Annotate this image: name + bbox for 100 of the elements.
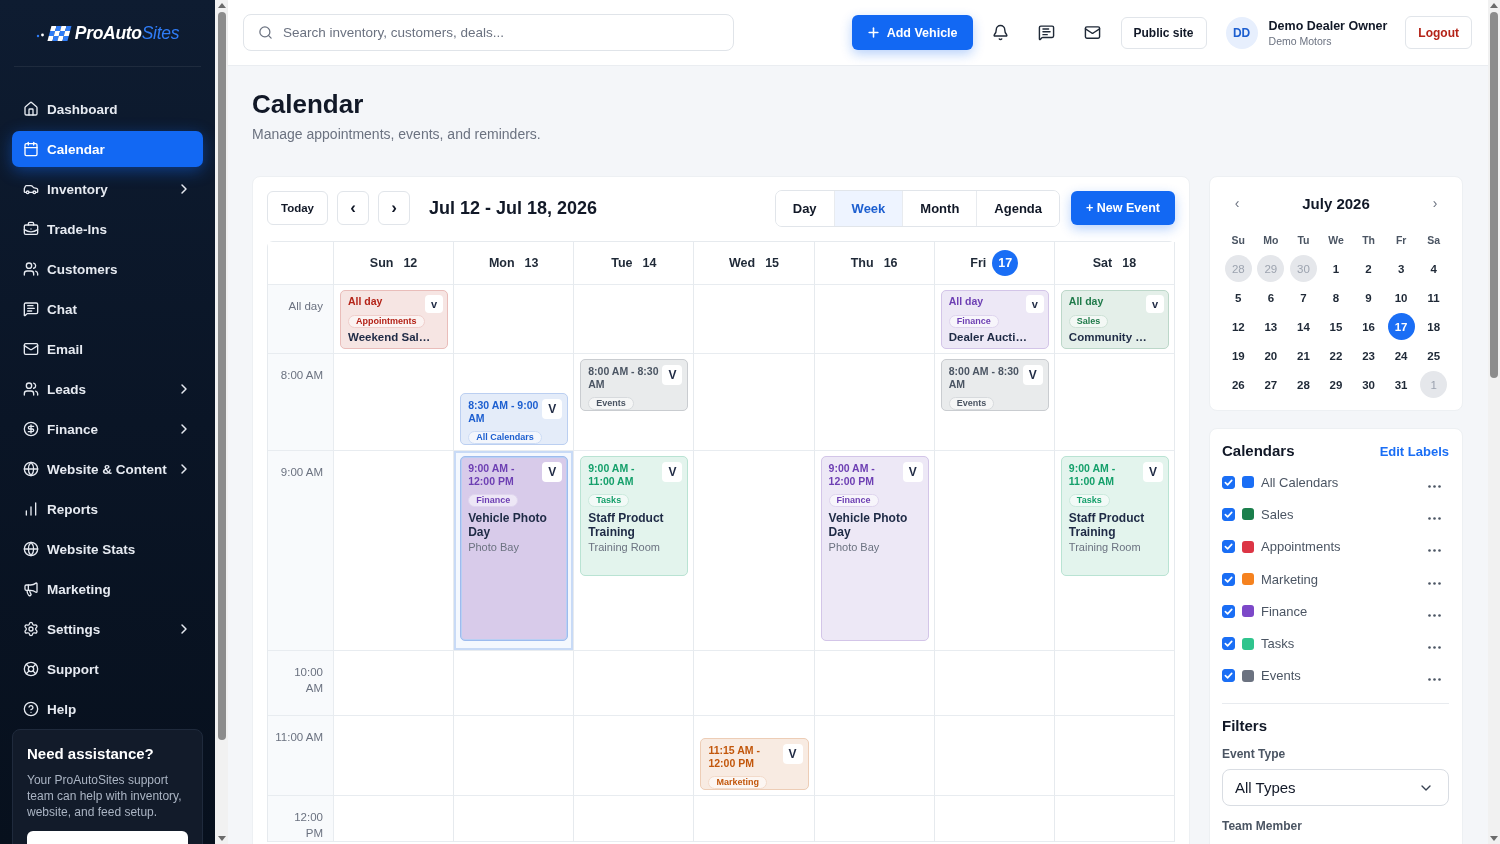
nav-item[interactable]: Trade-Ins bbox=[12, 211, 203, 247]
time-slot[interactable] bbox=[574, 285, 695, 354]
time-slot[interactable] bbox=[934, 451, 1055, 651]
nav-item[interactable]: Customers bbox=[12, 251, 203, 287]
calendar-day[interactable]: 23 bbox=[1355, 342, 1383, 369]
nav-item[interactable]: Reports bbox=[12, 491, 203, 527]
time-slot[interactable] bbox=[334, 716, 455, 796]
event-menu-button[interactable]: V bbox=[662, 462, 683, 482]
nav-item[interactable]: Leads bbox=[12, 371, 203, 407]
event-menu-button[interactable]: V bbox=[1143, 462, 1163, 482]
event-menu-button[interactable]: v bbox=[425, 295, 444, 313]
time-slot[interactable] bbox=[454, 716, 575, 796]
event-card[interactable]: 9:00 AM - 12:00 PM V Finance Vehicle Photo Day Photo Bay bbox=[820, 456, 929, 641]
calendar-day[interactable]: 4 bbox=[1420, 255, 1448, 282]
time-slot[interactable] bbox=[694, 651, 815, 716]
time-slot[interactable] bbox=[1054, 651, 1175, 716]
new-event-button[interactable]: + New Event bbox=[1071, 191, 1175, 225]
calendar-day[interactable]: 29 bbox=[1322, 371, 1350, 398]
event-card[interactable]: 9:00 AM - 11:00 AM V Tasks Staff Product Training Training Room bbox=[1060, 456, 1169, 576]
time-slot[interactable] bbox=[694, 451, 815, 651]
more-button[interactable] bbox=[1426, 514, 1443, 522]
search-input[interactable]: Search inventory, customers, deals... bbox=[283, 25, 719, 40]
time-slot[interactable] bbox=[934, 796, 1055, 842]
time-slot[interactable]: 11:15 AM - 12:00 PM V Marketing bbox=[694, 716, 815, 796]
calendar-day[interactable]: 17 bbox=[1387, 313, 1415, 340]
time-slot[interactable] bbox=[454, 285, 575, 354]
event-card[interactable]: All day v Appointments Weekend Sal… bbox=[340, 290, 449, 349]
event-menu-button[interactable]: V bbox=[542, 462, 563, 482]
more-button[interactable] bbox=[1426, 547, 1443, 555]
checkbox[interactable] bbox=[1222, 572, 1235, 586]
scroll-up-icon[interactable] bbox=[217, 3, 226, 8]
calendar-day[interactable]: 24 bbox=[1387, 342, 1415, 369]
time-slot[interactable] bbox=[814, 796, 935, 842]
time-slot[interactable] bbox=[934, 651, 1055, 716]
calendar-day[interactable]: 13 bbox=[1257, 313, 1285, 340]
calendar-day[interactable]: 8 bbox=[1322, 284, 1350, 311]
more-button[interactable] bbox=[1426, 579, 1443, 587]
calendar-day[interactable]: 31 bbox=[1387, 371, 1415, 398]
edit-labels-link[interactable]: Edit Labels bbox=[1379, 443, 1449, 459]
checkbox[interactable] bbox=[1222, 637, 1235, 651]
scroll-up-icon[interactable] bbox=[1490, 3, 1498, 8]
calendar-day[interactable]: 10 bbox=[1387, 284, 1415, 311]
time-slot[interactable] bbox=[1054, 354, 1175, 451]
nav-item[interactable]: Support bbox=[12, 651, 203, 687]
scrollbar-thumb[interactable] bbox=[217, 12, 226, 740]
scroll-down-icon[interactable] bbox=[217, 836, 226, 841]
time-slot[interactable] bbox=[454, 796, 575, 842]
time-slot[interactable] bbox=[694, 354, 815, 451]
view-tab[interactable]: Day bbox=[775, 190, 835, 226]
time-slot[interactable] bbox=[454, 651, 575, 716]
time-slot[interactable] bbox=[1054, 716, 1175, 796]
event-menu-button[interactable]: V bbox=[1022, 365, 1043, 385]
calendar-day[interactable]: 7 bbox=[1289, 284, 1317, 311]
time-slot[interactable]: All day v Appointments Weekend Sal… bbox=[334, 285, 455, 354]
next-button[interactable]: › bbox=[378, 191, 410, 225]
nav-item[interactable]: Inventory bbox=[12, 171, 203, 207]
calendar-day[interactable]: 21 bbox=[1289, 342, 1317, 369]
time-slot[interactable] bbox=[694, 796, 815, 842]
calendar-day[interactable]: 12 bbox=[1224, 313, 1252, 340]
time-slot[interactable]: All day v Finance Dealer Aucti… bbox=[934, 285, 1055, 354]
calendar-day[interactable]: 3 bbox=[1387, 255, 1415, 282]
time-slot[interactable]: All day v Sales Community … bbox=[1054, 285, 1175, 354]
time-slot[interactable]: 9:00 AM - 12:00 PM V Finance Vehicle Photo Day Photo Bay bbox=[814, 451, 935, 651]
calendar-day[interactable]: 5 bbox=[1224, 284, 1252, 311]
checkbox[interactable] bbox=[1222, 604, 1235, 618]
time-slot[interactable] bbox=[334, 651, 455, 716]
time-slot[interactable] bbox=[334, 796, 455, 842]
time-slot[interactable] bbox=[694, 285, 815, 354]
checkbox[interactable] bbox=[1222, 475, 1235, 489]
time-slot[interactable] bbox=[1054, 796, 1175, 842]
nav-item[interactable]: Website Stats bbox=[12, 531, 203, 567]
time-slot[interactable]: 9:00 AM - 11:00 AM V Tasks Staff Product Training Training Room bbox=[574, 451, 695, 651]
time-slot[interactable] bbox=[814, 651, 935, 716]
highlighted-time-slot[interactable]: 9:00 AM - 12:00 PM V Finance Vehicle Photo Day Photo Bay bbox=[454, 451, 575, 651]
time-slot[interactable] bbox=[934, 716, 1055, 796]
calendar-day[interactable]: 30 bbox=[1355, 371, 1383, 398]
calendar-day[interactable]: 14 bbox=[1289, 313, 1317, 340]
calendar-day[interactable]: 28 bbox=[1289, 371, 1317, 398]
previous-button[interactable]: ‹ bbox=[337, 191, 369, 225]
calendar-day[interactable]: 19 bbox=[1224, 342, 1252, 369]
calendar-day[interactable]: 26 bbox=[1224, 371, 1252, 398]
event-card[interactable]: All day v Finance Dealer Aucti… bbox=[940, 290, 1049, 349]
more-button[interactable] bbox=[1426, 482, 1443, 490]
nav-item[interactable]: Help bbox=[12, 691, 203, 727]
calendar-day[interactable]: 16 bbox=[1355, 313, 1383, 340]
calendar-day[interactable]: 2 bbox=[1355, 255, 1383, 282]
calendar-day[interactable]: 25 bbox=[1420, 342, 1448, 369]
nav-item[interactable]: Email bbox=[12, 331, 203, 367]
next-month-button[interactable]: › bbox=[1420, 190, 1450, 216]
event-card[interactable]: 11:15 AM - 12:00 PM V Marketing bbox=[700, 738, 809, 790]
calendar-day[interactable]: 1 bbox=[1322, 255, 1350, 282]
checkbox[interactable] bbox=[1222, 540, 1235, 554]
event-menu-button[interactable]: v bbox=[1146, 295, 1164, 313]
scroll-down-icon[interactable] bbox=[1490, 836, 1498, 841]
time-slot[interactable] bbox=[574, 651, 695, 716]
more-button[interactable] bbox=[1426, 611, 1443, 619]
time-slot[interactable]: 9:00 AM - 11:00 AM V Tasks Staff Product Training Training Room bbox=[1054, 451, 1175, 651]
add-vehicle-button[interactable]: Add Vehicle bbox=[851, 15, 973, 50]
event-type-select[interactable]: All Types bbox=[1222, 769, 1449, 807]
event-menu-button[interactable]: V bbox=[542, 399, 563, 419]
